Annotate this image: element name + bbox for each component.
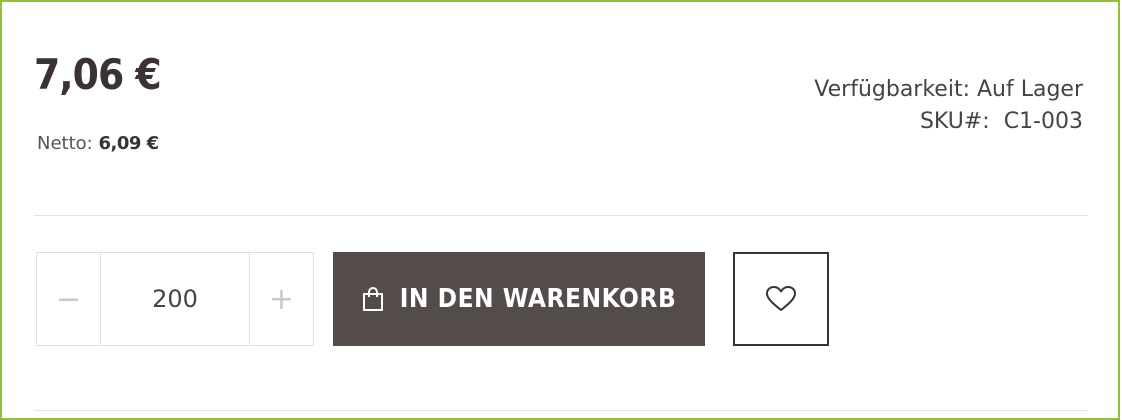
add-to-cart-label: IN DEN WARENKORB <box>399 284 677 314</box>
quantity-increase-button[interactable]: + <box>249 253 313 345</box>
sku-value: C1-003 <box>1003 109 1083 134</box>
netto-value: 6,09 € <box>98 133 159 154</box>
add-to-cart-button[interactable]: IN DEN WARENKORB <box>333 252 705 346</box>
wishlist-button[interactable] <box>733 252 829 346</box>
sku-label: SKU#: <box>919 109 990 134</box>
divider-top <box>34 215 1088 216</box>
divider-bottom <box>34 410 1088 411</box>
shopping-bag-icon <box>362 286 384 312</box>
product-meta: Verfügbarkeit: Auf Lager SKU#: C1-003 <box>814 74 1083 138</box>
heart-icon <box>766 286 796 312</box>
quantity-input[interactable]: 200 <box>101 253 249 345</box>
quantity-stepper: − 200 + <box>36 252 314 346</box>
product-price: 7,06 € <box>34 50 162 99</box>
netto-label: Netto: <box>37 133 93 154</box>
netto-price: Netto: 6,09 € <box>37 132 159 156</box>
product-buy-box: 7,06 € Netto: 6,09 € Verfügbarkeit: Auf … <box>0 0 1120 420</box>
sku-line: SKU#: C1-003 <box>814 106 1083 138</box>
availability-text: Verfügbarkeit: Auf Lager <box>814 77 1083 102</box>
quantity-decrease-button[interactable]: − <box>37 253 101 345</box>
